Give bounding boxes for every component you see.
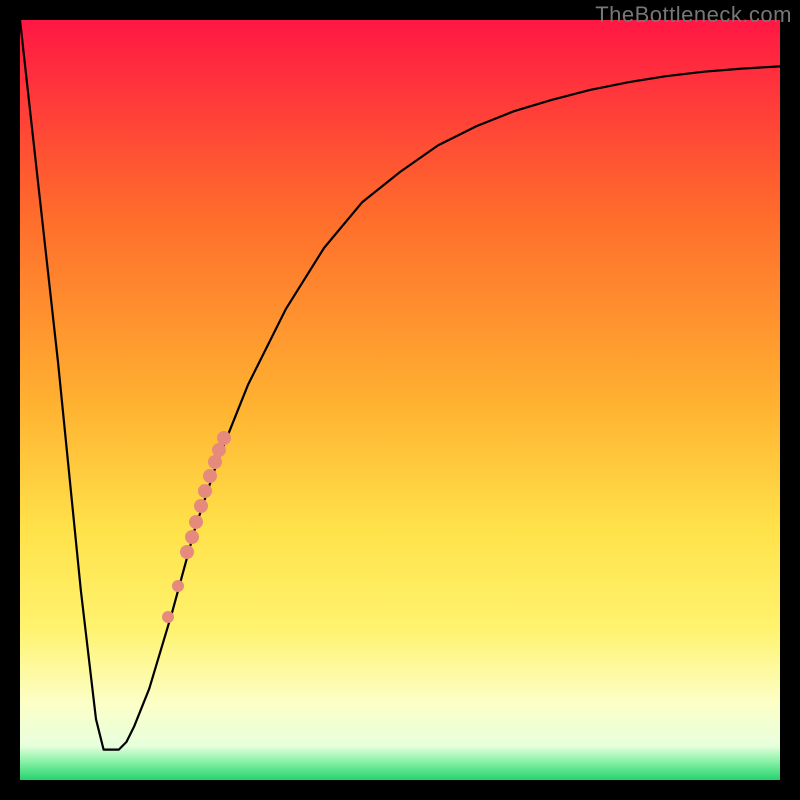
highlight-dot: [203, 469, 217, 483]
plot-area: [20, 20, 780, 780]
bottleneck-curve: [20, 20, 780, 780]
highlight-dot: [212, 443, 226, 457]
highlight-dot: [198, 484, 212, 498]
highlight-dot: [162, 611, 174, 623]
highlight-dot: [172, 580, 184, 592]
chart-frame: TheBottleneck.com: [0, 0, 800, 800]
watermark-text: TheBottleneck.com: [595, 2, 792, 28]
highlight-dot: [189, 515, 203, 529]
highlight-dot: [185, 530, 199, 544]
highlight-dot: [180, 545, 194, 559]
highlight-dot: [208, 455, 222, 469]
highlight-dot: [194, 499, 208, 513]
highlight-dot: [217, 431, 231, 445]
